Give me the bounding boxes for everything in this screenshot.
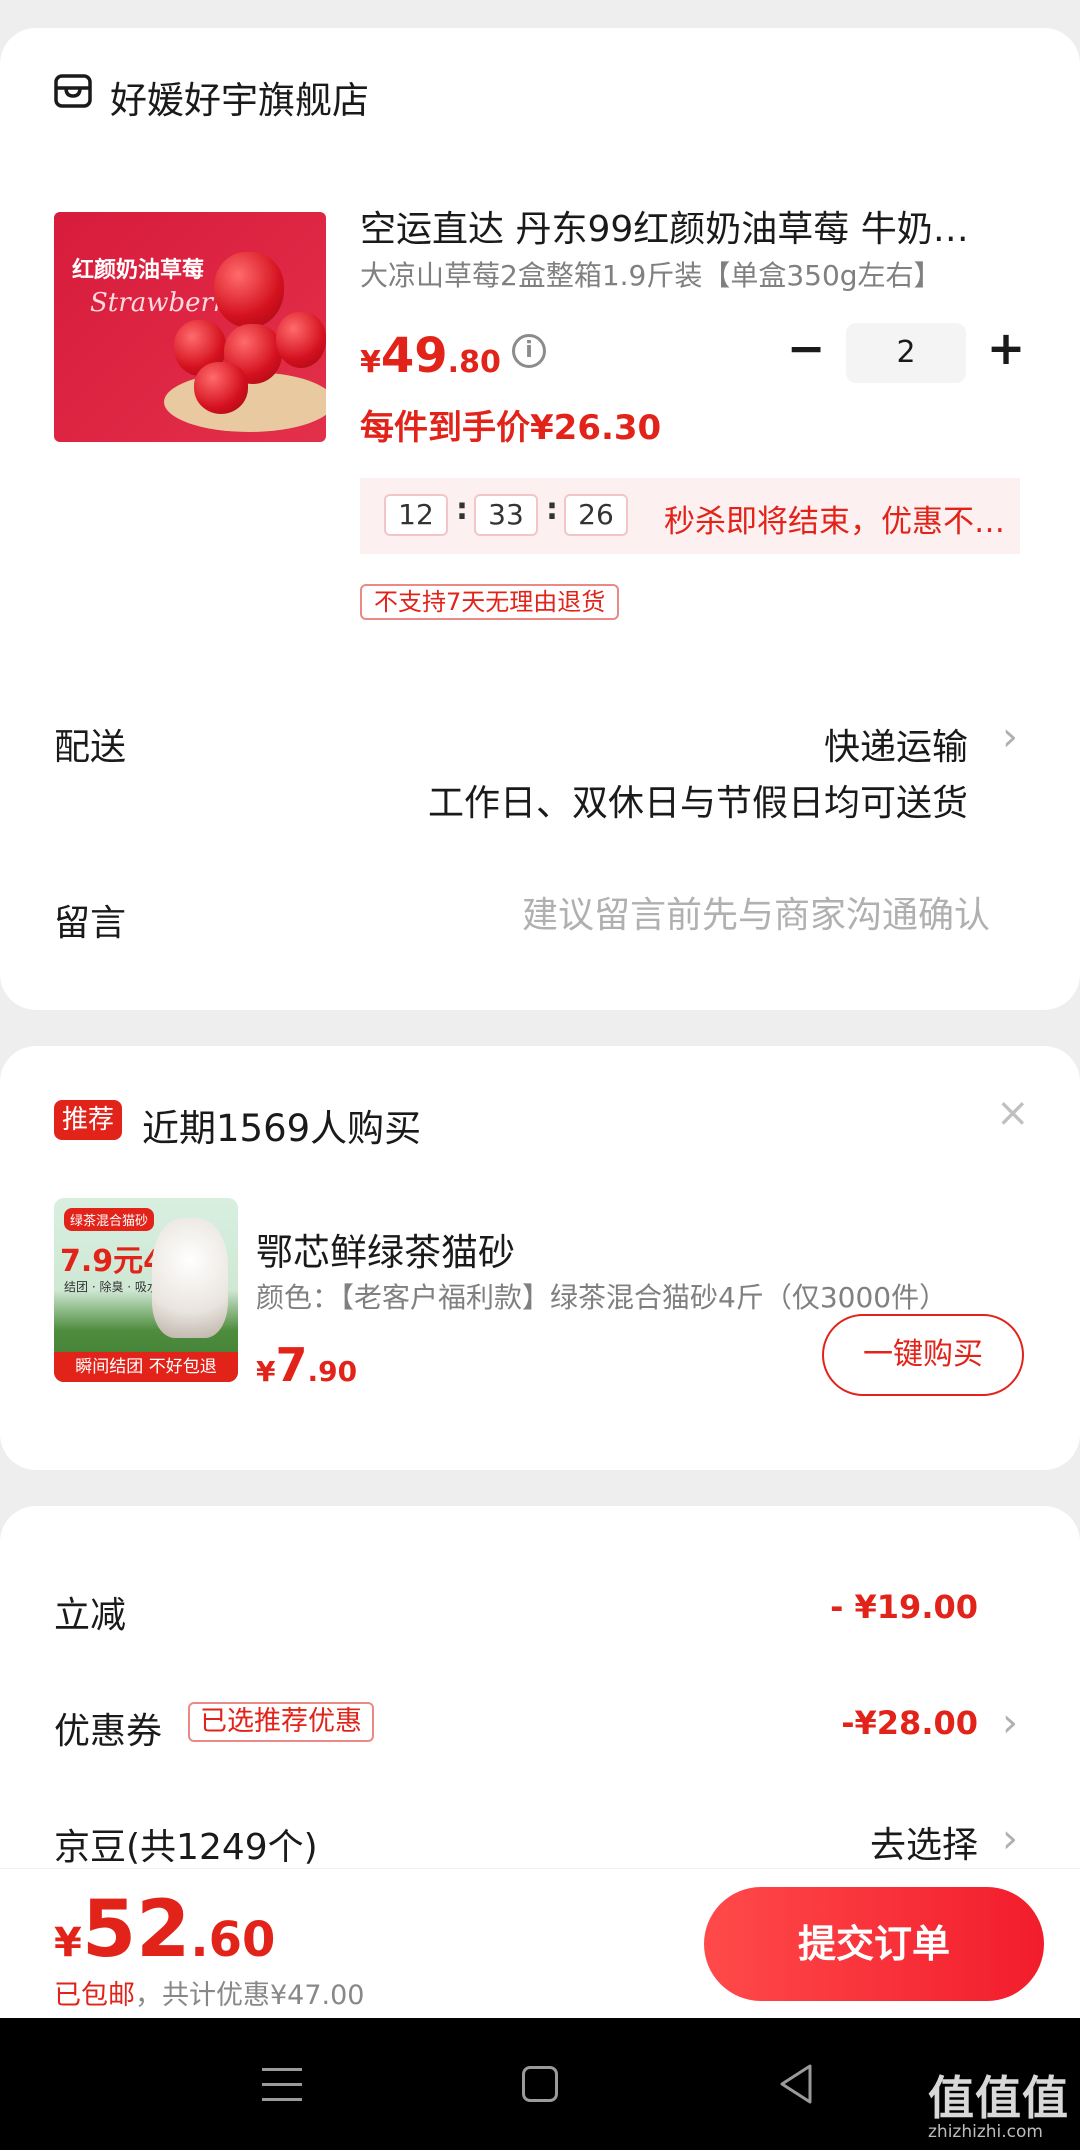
product-title[interactable]: 空运直达 丹东99红颜奶油草莓 牛奶草莓 — [360, 200, 1000, 252]
price-decimal: .80 — [447, 345, 501, 380]
quantity-increase-button[interactable]: + — [984, 325, 1028, 372]
product-image[interactable]: 红颜奶油草莓 Strawberry — [54, 212, 326, 442]
countdown-seconds: 26 — [564, 494, 628, 536]
price-integer: 49 — [380, 328, 448, 384]
coupon-label: 优惠券 — [54, 1711, 163, 1752]
shipping-note: 工作日、双休日与节假日均可送货 — [427, 783, 968, 824]
menu-icon[interactable] — [262, 2068, 302, 2104]
recommend-price: ¥7.90 — [256, 1338, 357, 1392]
countdown-hours: 12 — [384, 494, 448, 536]
system-nav-bar: 值值值 zhizhizhi.com — [0, 2018, 1080, 2150]
flash-sale-bar: 12 : 33 : 26 秒杀即将结束，优惠不容错过 — [360, 478, 1020, 554]
info-icon[interactable]: i — [512, 334, 546, 368]
discount-label: 立减 — [54, 1595, 127, 1636]
quantity-decrease-button[interactable]: − — [786, 325, 826, 372]
product-price: ¥49.80 — [360, 328, 501, 384]
message-input[interactable] — [470, 890, 990, 940]
image-features: 结团 · 除臭 · 吸水 — [64, 1280, 159, 1294]
checkout-bar: ¥52.60 已包邮，共计优惠¥47.00 提交订单 — [0, 1868, 1080, 2018]
price-symbol: ¥ — [256, 1355, 276, 1388]
recommend-card: 推荐 近期1569人购买 × 绿茶混合猫砂 7.9元4斤装 结团 · 除臭 · … — [0, 1046, 1080, 1470]
close-icon[interactable]: × — [996, 1090, 1030, 1136]
chevron-right-icon[interactable]: › — [1002, 1700, 1018, 1746]
image-bottom-banner: 瞬间结团 不好包退 — [54, 1352, 238, 1382]
strawberry — [276, 312, 326, 368]
quantity-value[interactable]: 2 — [846, 323, 966, 383]
unit-price: 每件到手价¥26.30 — [360, 408, 662, 448]
beans-select[interactable]: 去选择 — [870, 1816, 978, 1868]
total-integer: 52 — [81, 1885, 191, 1975]
recommend-title: 近期1569人购买 — [142, 1107, 422, 1150]
shipping-method[interactable]: 快递运输 — [824, 718, 968, 770]
recommend-tag: 推荐 — [54, 1100, 123, 1140]
one-click-buy-button[interactable]: 一键购买 — [822, 1314, 1024, 1396]
coupon-value[interactable]: -¥28.00 — [841, 1704, 978, 1742]
strawberry — [214, 252, 284, 328]
chevron-right-icon[interactable]: › — [1002, 714, 1018, 760]
total-price: ¥52.60 — [54, 1885, 275, 1975]
saved-text: 共计优惠¥47.00 — [162, 1980, 365, 2011]
watermark-url: zhizhizhi.com — [928, 2122, 1043, 2142]
recommend-product-image[interactable]: 绿茶混合猫砂 7.9元4斤装 结团 · 除臭 · 吸水 瞬间结团 不好包退 — [54, 1198, 238, 1382]
discount-value: - ¥19.00 — [830, 1588, 978, 1626]
store-icon — [54, 74, 92, 108]
beans-label: 京豆(共1249个) — [54, 1827, 318, 1868]
message-label: 留言 — [54, 903, 127, 944]
flash-sale-text: 秒杀即将结束，优惠不容错过 — [664, 504, 1014, 540]
price-symbol: ¥ — [360, 345, 381, 380]
product-image-title: 红颜奶油草莓 — [72, 258, 205, 283]
recommend-product-name[interactable]: 鄂芯鲜绿茶猫砂 — [256, 1222, 515, 1276]
return-policy-tag: 不支持7天无理由退货 — [360, 584, 620, 620]
countdown-separator: : — [456, 492, 468, 527]
cat-illustration — [152, 1218, 228, 1338]
countdown-separator: : — [546, 492, 558, 527]
note-separator: ， — [135, 1980, 162, 2011]
watermark-logo: 值值值 — [928, 2071, 1069, 2125]
chevron-right-icon[interactable]: › — [1002, 1816, 1018, 1862]
recommend-product-spec: 颜色：【老客户福利款】绿茶混合猫砂4斤（仅3000件） — [256, 1281, 948, 1314]
shipping-label: 配送 — [54, 727, 127, 768]
home-icon[interactable] — [522, 2066, 558, 2102]
price-integer: 7 — [275, 1338, 308, 1392]
price-decimal: .90 — [307, 1355, 358, 1388]
free-shipping-text: 已包邮 — [54, 1980, 135, 2011]
total-note: 已包邮，共计优惠¥47.00 — [54, 1973, 364, 2012]
product-subtitle: 大凉山草莓2盒整箱1.9斤装【单盒350g左右】 — [360, 259, 942, 292]
summary-card: 立减 - ¥19.00 优惠券 已选推荐优惠 -¥28.00 › 京豆(共124… — [0, 1506, 1080, 1906]
countdown-minutes: 33 — [474, 494, 538, 536]
order-card: 好媛好宇旗舰店 红颜奶油草莓 Strawberry 空运直达 丹东99红颜奶油草… — [0, 28, 1080, 1010]
strawberry — [194, 362, 248, 414]
total-currency: ¥ — [54, 1920, 82, 1966]
submit-order-button[interactable]: 提交订单 — [704, 1887, 1044, 2001]
back-icon[interactable] — [776, 2062, 816, 2106]
coupon-tag[interactable]: 已选推荐优惠 — [188, 1702, 374, 1742]
store-name[interactable]: 好媛好宇旗舰店 — [110, 70, 369, 124]
image-badge: 绿茶混合猫砂 — [64, 1208, 155, 1231]
total-decimal: .60 — [190, 1912, 276, 1968]
